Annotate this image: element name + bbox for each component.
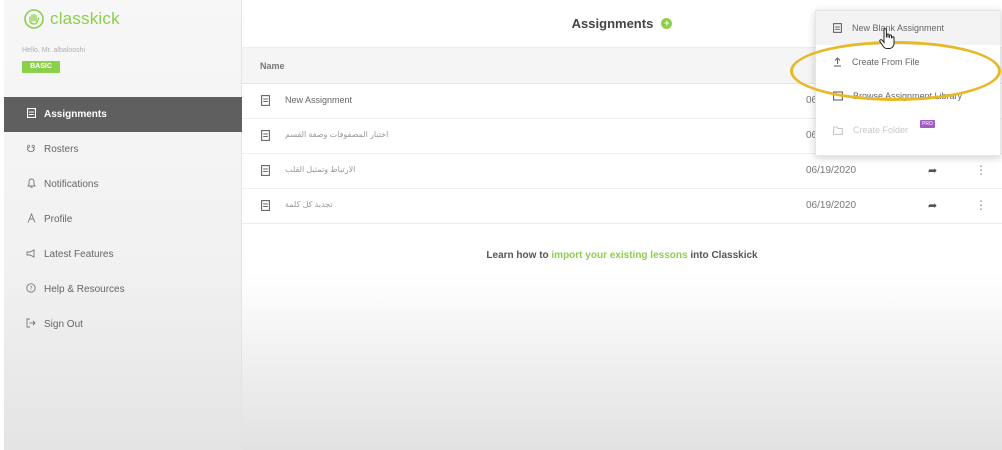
- page-title: Assignments: [571, 16, 654, 31]
- sidebar-nav: Assignments ☋ Rosters Notifications Prof…: [4, 97, 242, 342]
- sidebar-item-profile[interactable]: Profile: [4, 202, 242, 237]
- megaphone-icon: [26, 248, 36, 261]
- sidebar-item-help-resources[interactable]: ? Help & Resources: [4, 272, 242, 307]
- document-icon: [261, 130, 270, 141]
- menu-item-label: New Blank Assignment: [852, 23, 945, 33]
- sidebar-item-notifications[interactable]: Notifications: [4, 167, 242, 202]
- import-help-text: Learn how to import your existing lesson…: [242, 250, 1002, 261]
- share-icon[interactable]: ➦: [928, 164, 937, 177]
- document-icon: [26, 107, 36, 121]
- classkick-hand-logo-icon: [24, 9, 44, 29]
- document-icon: [261, 95, 270, 106]
- brand-name: classkick: [50, 9, 120, 28]
- help-icon: ?: [26, 283, 36, 296]
- sidebar-item-latest-features[interactable]: Latest Features: [4, 237, 242, 272]
- assignment-name[interactable]: New Assignment: [285, 95, 352, 105]
- document-icon: [261, 200, 270, 211]
- highlight-annotation-oval: [790, 41, 1001, 101]
- assignment-name[interactable]: الارتباط وتمثيل القلب: [285, 165, 355, 174]
- table-row[interactable]: الارتباط وتمثيل القلب 06/19/2020 ➦ ⋮: [242, 154, 1002, 189]
- assignment-date: 06/19/2020: [806, 165, 857, 176]
- assignment-name[interactable]: تجديد كل كلمة: [285, 200, 333, 209]
- sidebar-item-label: Rosters: [44, 144, 79, 155]
- sidebar: classkick Hello, Mr. albalooshi BASIC As…: [4, 0, 242, 450]
- hand-pointer-cursor-icon: [879, 28, 895, 49]
- assignment-name[interactable]: اختبار المصفوفات وصفة القسم: [285, 130, 388, 139]
- sidebar-item-label: Sign Out: [44, 319, 83, 330]
- sidebar-item-label: Assignments: [44, 109, 107, 120]
- document-icon: [261, 165, 270, 176]
- sidebar-item-sign-out[interactable]: Sign Out: [4, 307, 242, 342]
- sign-out-icon: [26, 318, 36, 331]
- sidebar-item-label: Notifications: [44, 179, 99, 190]
- share-icon[interactable]: ➦: [928, 199, 937, 212]
- pro-badge: PRO: [920, 120, 935, 128]
- document-icon: [833, 23, 842, 33]
- more-options-icon[interactable]: ⋮: [975, 198, 987, 212]
- svg-text:?: ?: [29, 285, 32, 292]
- sidebar-item-assignments[interactable]: Assignments: [4, 97, 242, 132]
- more-options-icon[interactable]: ⋮: [975, 163, 987, 177]
- menu-item-create-folder[interactable]: Create Folder PRO: [816, 113, 1000, 147]
- greeting-text: Hello, Mr. albalooshi: [22, 47, 86, 54]
- background-fade: [242, 275, 1002, 450]
- menu-item-new-blank-assignment[interactable]: New Blank Assignment: [816, 11, 1000, 45]
- add-assignment-icon[interactable]: +: [661, 18, 673, 29]
- sidebar-item-label: Latest Features: [44, 249, 114, 260]
- sidebar-item-rosters[interactable]: ☋ Rosters: [4, 132, 242, 167]
- menu-item-label: Create Folder: [853, 125, 909, 135]
- folder-icon: [833, 125, 843, 135]
- sidebar-item-label: Profile: [44, 214, 73, 225]
- learn-suffix: into Classkick: [687, 250, 758, 261]
- rosters-icon: ☋: [26, 144, 36, 155]
- bell-icon: [26, 178, 36, 191]
- assignment-date: 06/19/2020: [806, 200, 857, 211]
- column-header-name[interactable]: Name: [260, 61, 285, 71]
- plan-badge: BASIC: [22, 61, 60, 73]
- table-row[interactable]: تجديد كل كلمة 06/19/2020 ➦ ⋮: [242, 189, 1002, 224]
- sidebar-item-label: Help & Resources: [44, 284, 125, 295]
- person-icon: [26, 212, 36, 226]
- import-lessons-link[interactable]: import your existing lessons: [551, 250, 687, 261]
- learn-prefix: Learn how to: [486, 250, 552, 261]
- brand[interactable]: classkick: [24, 9, 120, 29]
